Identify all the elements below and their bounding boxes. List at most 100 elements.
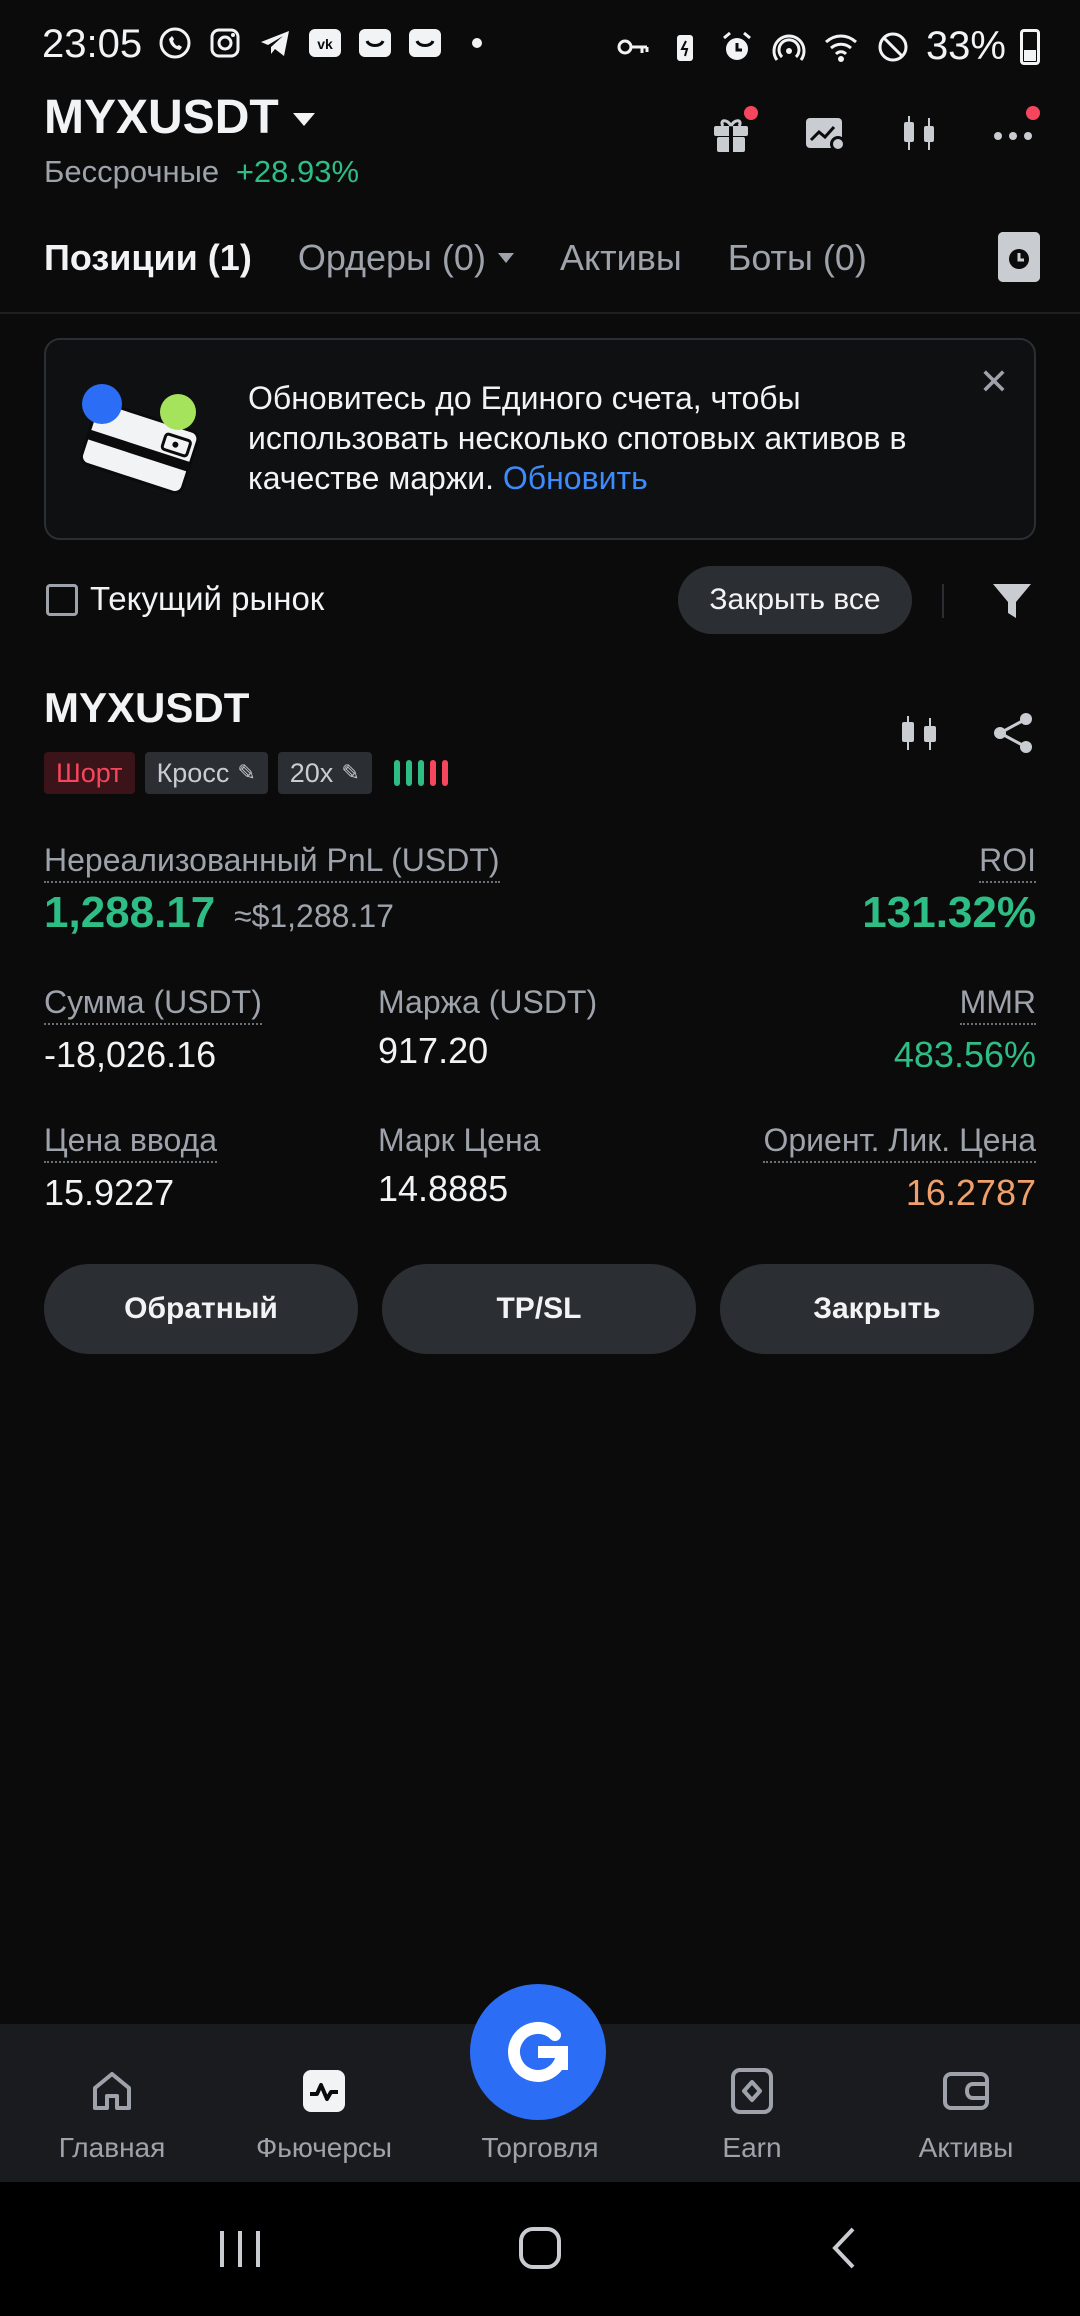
risk-bar — [441, 760, 448, 786]
tab-orders[interactable]: Ордеры (0) — [298, 237, 514, 279]
pair-selector[interactable]: MYXUSDT — [44, 90, 315, 145]
status-bar: 23:05 vk 33% — [0, 0, 1080, 90]
notification-dot — [1026, 106, 1040, 120]
roi-value: 131.32% — [862, 888, 1036, 937]
nav-earn-label: Earn — [722, 2132, 782, 2163]
wallet-icon — [943, 2072, 989, 2110]
mmr-value: 483.56% — [893, 1034, 1036, 1075]
tab-assets[interactable]: Активы — [560, 237, 682, 279]
home-button-icon[interactable] — [500, 2218, 580, 2278]
recent-apps-icon[interactable] — [200, 2218, 280, 2278]
margin-label: Маржа (USDT) — [378, 984, 598, 1020]
more-notifications-dot — [472, 38, 482, 48]
risk-bar — [429, 760, 436, 786]
nav-assets[interactable]: Активы — [866, 2066, 1066, 2164]
contract-type: Бессрочные — [44, 154, 220, 189]
notification-dot — [744, 106, 758, 120]
tab-positions[interactable]: Позиции (1) — [44, 237, 252, 279]
roi-label[interactable]: ROI — [979, 842, 1036, 883]
risk-bar — [417, 760, 424, 786]
mark-price-label: Марк Цена — [378, 1122, 541, 1158]
entry-price-label[interactable]: Цена ввода — [44, 1122, 218, 1163]
risk-indicator — [393, 760, 448, 786]
chevron-down-icon — [497, 253, 514, 263]
header-actions — [708, 106, 1040, 156]
trade-icon — [508, 2021, 568, 2082]
margin-value: 917.20 — [378, 1030, 489, 1071]
battery-saver-icon — [666, 28, 704, 66]
leverage-button[interactable]: 20x ✎ — [277, 752, 372, 794]
liq-price-label[interactable]: Ориент. Лик. Цена — [763, 1122, 1036, 1163]
amount-value: -18,026.16 — [44, 1034, 217, 1075]
gift-icon[interactable] — [708, 106, 758, 156]
status-notification-icons: vk — [156, 24, 482, 62]
leverage-label: 20x — [289, 757, 334, 788]
tab-bots[interactable]: Боты (0) — [728, 237, 867, 279]
pnl-approx-value: ≈$1,288.17 — [234, 898, 394, 934]
risk-bar — [405, 760, 412, 786]
position-tabs: Позиции (1) Ордеры (0) Активы Боты (0) — [44, 226, 1080, 290]
nav-home-label: Главная — [58, 2132, 166, 2163]
upgrade-link[interactable]: Обновить — [503, 460, 648, 496]
close-position-button[interactable]: Закрыть — [720, 1264, 1034, 1354]
tpsl-button[interactable]: TP/SL — [382, 1264, 696, 1354]
status-system-icons: 33% — [614, 24, 1040, 69]
nav-futures[interactable]: Фьючерсы — [224, 2066, 424, 2164]
battery-percent: 33% — [925, 24, 1006, 68]
chart-settings-icon[interactable] — [802, 110, 848, 156]
wifi-icon — [822, 28, 860, 66]
filter-row: Текущий рынок Закрыть все — [44, 560, 1036, 640]
nav-assets-label: Активы — [918, 2132, 1014, 2163]
wallet-icon — [74, 380, 206, 500]
current-market-label[interactable]: Текущий рынок — [90, 580, 324, 618]
more-icon[interactable] — [990, 106, 1040, 156]
nav-home[interactable]: Главная — [12, 2066, 212, 2164]
close-icon[interactable]: ✕ — [976, 364, 1012, 400]
instagram-icon — [206, 24, 244, 62]
side-badge: Шорт — [44, 752, 135, 794]
candlestick-icon[interactable] — [896, 110, 942, 156]
share-icon[interactable] — [990, 710, 1036, 756]
edit-icon: ✎ — [341, 760, 360, 785]
home-icon — [93, 2072, 131, 2110]
alarm-icon — [718, 28, 756, 66]
edit-icon: ✎ — [237, 760, 256, 785]
entry-price-value: 15.9227 — [44, 1172, 175, 1213]
futures-icon — [303, 2070, 345, 2112]
notification-icon — [406, 24, 444, 62]
pair-title: MYXUSDT — [44, 91, 279, 144]
margin-mode-label: Кросс — [156, 757, 230, 788]
mark-price-value: 14.8885 — [378, 1168, 509, 1209]
reverse-button[interactable]: Обратный — [44, 1264, 358, 1354]
vk-icon: vk — [306, 24, 344, 62]
mmr-label[interactable]: MMR — [959, 984, 1036, 1025]
position-symbol[interactable]: MYXUSDT — [44, 684, 249, 732]
price-change: +28.93% — [235, 154, 360, 189]
close-all-button[interactable]: Закрыть все — [678, 566, 912, 634]
risk-bar — [393, 760, 400, 786]
back-icon[interactable] — [806, 2218, 886, 2278]
earn-icon — [731, 2068, 773, 2114]
trade-button[interactable] — [470, 1984, 606, 2120]
status-time: 23:05 — [42, 22, 143, 66]
candlestick-icon[interactable] — [896, 710, 942, 756]
amount-label[interactable]: Сумма (USDT) — [44, 984, 262, 1025]
banner-text: Обновитесь до Единого счета, чтобы испол… — [248, 378, 988, 498]
do-not-disturb-icon — [874, 28, 912, 66]
current-market-checkbox[interactable] — [46, 584, 78, 616]
history-icon[interactable] — [998, 232, 1040, 282]
key-icon — [614, 28, 652, 66]
pair-subtitle: Бессрочные +28.93% — [44, 154, 359, 190]
liq-price-value: 16.2787 — [905, 1172, 1036, 1213]
position-actions — [896, 710, 1036, 756]
nav-futures-label: Фьючерсы — [255, 2132, 393, 2163]
system-nav-bar — [0, 2182, 1080, 2316]
pnl-label[interactable]: Нереализованный PnL (USDT) — [44, 842, 500, 883]
whatsapp-icon — [156, 24, 194, 62]
margin-mode-button[interactable]: Кросс ✎ — [144, 752, 268, 794]
filter-icon[interactable] — [990, 578, 1034, 624]
position-tags: Шорт Кросс ✎ 20x ✎ — [44, 752, 448, 794]
unified-account-banner: Обновитесь до Единого счета, чтобы испол… — [44, 338, 1036, 540]
nav-earn[interactable]: Earn — [652, 2066, 852, 2164]
svg-text:vk: vk — [317, 36, 333, 52]
